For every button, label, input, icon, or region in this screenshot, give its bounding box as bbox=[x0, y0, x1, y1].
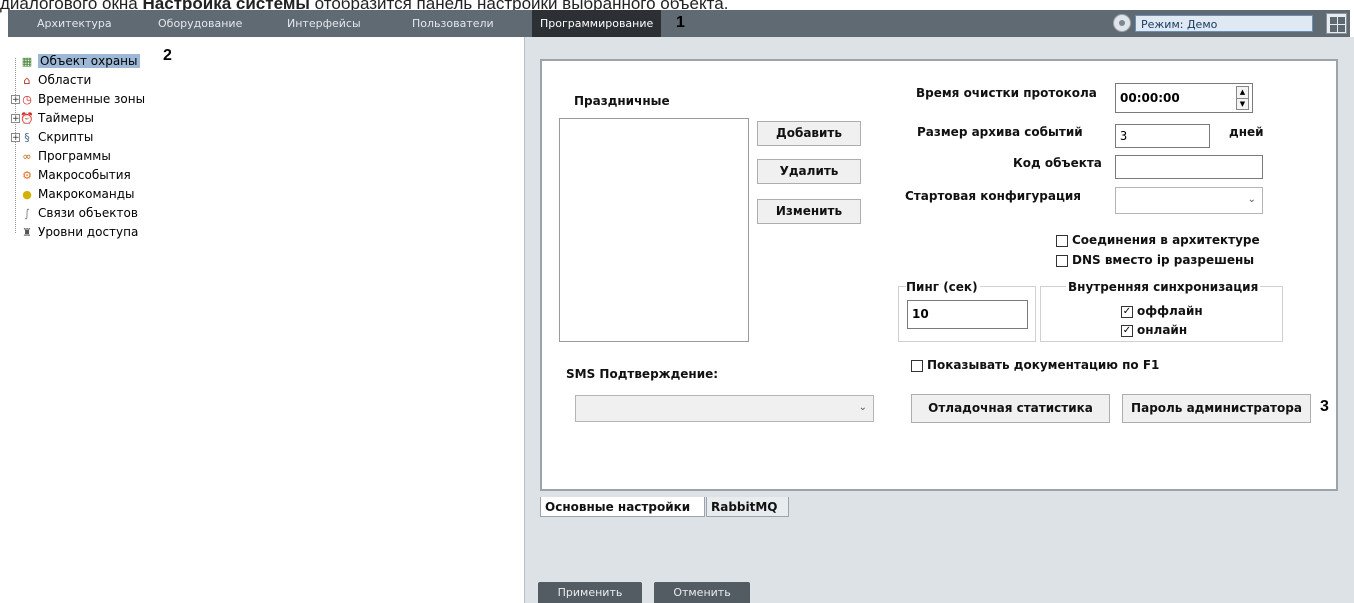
tree-item-time-zones[interactable]: ◷ Временные зоны bbox=[20, 90, 145, 109]
cancel-button[interactable]: Отменить bbox=[654, 582, 750, 603]
mode-indicator[interactable]: Режим: Демо bbox=[1135, 15, 1313, 32]
tree-item-label: Макрособытия bbox=[38, 168, 131, 182]
dns-checkbox[interactable] bbox=[1056, 255, 1068, 267]
ping-field[interactable]: 10 bbox=[907, 300, 1028, 329]
tree-item-label: Таймеры bbox=[38, 111, 95, 125]
tree-item-access-levels[interactable]: ♜ Уровни доступа bbox=[20, 223, 138, 242]
add-button[interactable]: Добавить bbox=[757, 121, 861, 146]
grid-icon bbox=[1330, 17, 1337, 24]
admin-password-button[interactable]: Пароль администратора bbox=[1122, 394, 1311, 423]
holidays-list[interactable] bbox=[559, 118, 749, 342]
arch-connections-checkbox[interactable] bbox=[1056, 235, 1068, 247]
object-tree-panel: ▦ Объект охраны ⌂ Области ◷ Временные зоны … bbox=[8, 37, 525, 603]
time-spinner[interactable]: ▲ ▼ bbox=[1236, 86, 1249, 110]
expand-time-zones-icon[interactable]: + bbox=[11, 95, 20, 105]
tree-item-label: Скрипты bbox=[38, 130, 94, 144]
tree-item-timers[interactable]: ⏰ Таймеры bbox=[20, 109, 94, 128]
debug-stats-button[interactable]: Отладочная статистика bbox=[911, 394, 1110, 423]
sync-offline-label: оффлайн bbox=[1137, 304, 1203, 318]
ping-label: Пинг (сек) bbox=[906, 280, 980, 294]
tab-rabbitmq[interactable]: RabbitMQ bbox=[706, 497, 789, 517]
archive-size-label: Размер архива событий bbox=[917, 125, 1083, 139]
log-clear-time-field[interactable]: 00:00:00 bbox=[1115, 83, 1253, 113]
macro-event-icon: ⚙ bbox=[22, 168, 32, 182]
tree-item-security-object[interactable]: ▦ Объект охраны bbox=[20, 52, 140, 71]
macro-command-icon: ● bbox=[22, 187, 32, 201]
holidays-label: Праздничные bbox=[574, 94, 670, 108]
tree-item-label: Области bbox=[38, 73, 92, 87]
object-code-field[interactable] bbox=[1115, 155, 1263, 179]
program-icon: ∞ bbox=[22, 149, 32, 163]
clock-icon: ◷ bbox=[22, 92, 32, 106]
delete-button[interactable]: Удалить bbox=[757, 159, 861, 184]
timer-icon: ⏰ bbox=[20, 111, 34, 125]
object-icon: ▦ bbox=[21, 54, 33, 68]
tab-interfaces[interactable]: Интерфейсы bbox=[287, 10, 361, 37]
chevron-down-icon: ⌄ bbox=[1247, 194, 1256, 205]
tab-programming[interactable]: Программирование bbox=[532, 10, 662, 37]
tab-architecture[interactable]: Архитектура bbox=[37, 10, 112, 37]
sync-offline-checkbox[interactable]: ✓ bbox=[1121, 306, 1133, 318]
house-icon: ⌂ bbox=[23, 73, 31, 87]
tree-item-label: Уровни доступа bbox=[38, 225, 139, 239]
tree-item-programs[interactable]: ∞ Программы bbox=[20, 147, 111, 166]
sync-online-checkbox[interactable]: ✓ bbox=[1121, 325, 1133, 337]
tree-item-label: Временные зоны bbox=[38, 92, 146, 106]
marker-2: 2 bbox=[163, 47, 172, 64]
startup-config-select[interactable]: ⌄ bbox=[1115, 187, 1263, 214]
sms-select[interactable]: ⌄ bbox=[575, 395, 874, 422]
tree-item-label: Макрокоманды bbox=[38, 187, 135, 201]
dns-label: DNS вместо ip разрешены bbox=[1072, 253, 1255, 267]
link-icon: ∫ bbox=[24, 206, 30, 220]
tab-equipment[interactable]: Оборудование bbox=[158, 10, 242, 37]
archive-size-unit: дней bbox=[1229, 125, 1264, 139]
tree-item-label: Связи объектов bbox=[38, 206, 138, 220]
show-docs-label: Показывать документацию по F1 bbox=[927, 358, 1160, 372]
archive-size-field[interactable]: 3 bbox=[1115, 124, 1210, 148]
marker-1: 1 bbox=[676, 14, 685, 31]
access-level-icon: ♜ bbox=[22, 225, 32, 239]
apply-button[interactable]: Применить bbox=[538, 582, 642, 603]
tree-item-label: Объект охраны bbox=[38, 54, 140, 68]
spinner-down-icon[interactable]: ▼ bbox=[1237, 99, 1248, 110]
sync-online-label: онлайн bbox=[1137, 323, 1188, 337]
log-clear-time-label: Время очистки протокола bbox=[916, 86, 1097, 100]
edit-button[interactable]: Изменить bbox=[757, 199, 861, 224]
tree-item-areas[interactable]: ⌂ Области bbox=[20, 71, 92, 90]
tree-item-label: Программы bbox=[38, 149, 111, 163]
tree-item-object-links[interactable]: ∫ Связи объектов bbox=[20, 204, 138, 223]
tree-item-scripts[interactable]: § Скрипты bbox=[20, 128, 93, 147]
spinner-up-icon[interactable]: ▲ bbox=[1237, 87, 1248, 99]
startup-config-label: Стартовая конфигурация bbox=[905, 189, 1082, 203]
tree-item-macro-events[interactable]: ⚙ Макрособытия bbox=[20, 166, 131, 185]
object-code-label: Код объекта bbox=[1013, 156, 1102, 170]
layout-grid-button[interactable] bbox=[1326, 13, 1347, 34]
script-icon: § bbox=[24, 130, 30, 144]
tab-users[interactable]: Пользователи bbox=[412, 10, 494, 37]
marker-3: 3 bbox=[1320, 398, 1329, 415]
tab-main-settings[interactable]: Основные настройки bbox=[540, 497, 705, 517]
sync-label: Внутренняя синхронизация bbox=[1066, 280, 1261, 294]
show-docs-checkbox[interactable] bbox=[911, 360, 923, 372]
tree-item-macro-commands[interactable]: ● Макрокоманды bbox=[20, 185, 135, 204]
expand-timers-icon[interactable]: + bbox=[11, 114, 20, 124]
arch-connections-label: Соединения в архитектуре bbox=[1072, 233, 1260, 247]
mode-icon bbox=[1113, 14, 1131, 32]
chevron-down-icon: ⌄ bbox=[858, 402, 867, 413]
sms-label: SMS Подтверждение: bbox=[566, 367, 719, 381]
expand-scripts-icon[interactable]: + bbox=[11, 133, 20, 143]
